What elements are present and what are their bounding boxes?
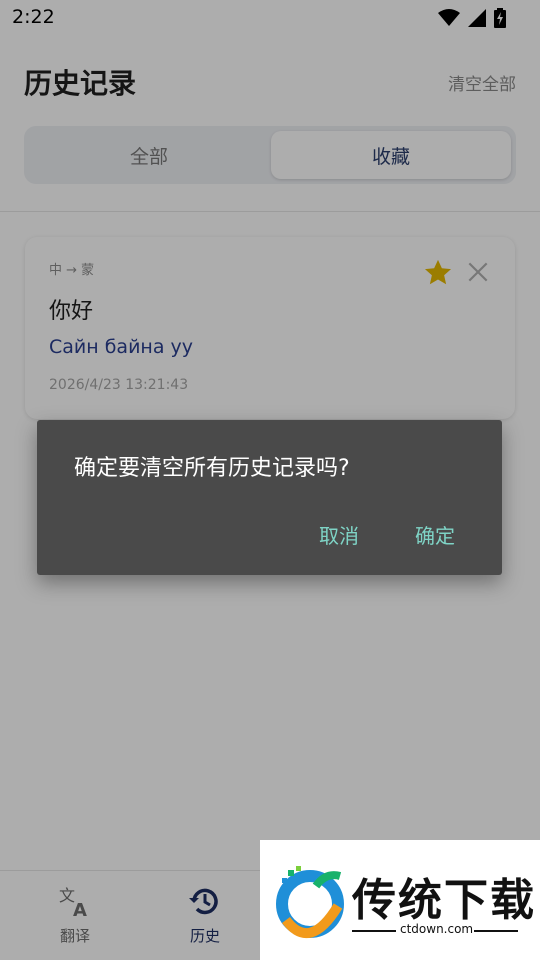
site-watermark: 传统下载 ctdown.com [260,840,540,960]
watermark-url: ctdown.com [400,922,474,936]
watermark-rule-left [352,930,396,932]
watermark-rule-right [474,930,518,932]
watermark-brand: 传统下载 [352,875,536,926]
confirm-clear-dialog: 确定要清空所有历史记录吗? 取消 确定 [37,420,502,575]
ctdown-logo-icon [276,866,344,939]
dialog-message: 确定要清空所有历史记录吗? [74,456,350,481]
confirm-button[interactable]: 确定 [415,520,455,549]
cancel-button[interactable]: 取消 [319,520,359,549]
